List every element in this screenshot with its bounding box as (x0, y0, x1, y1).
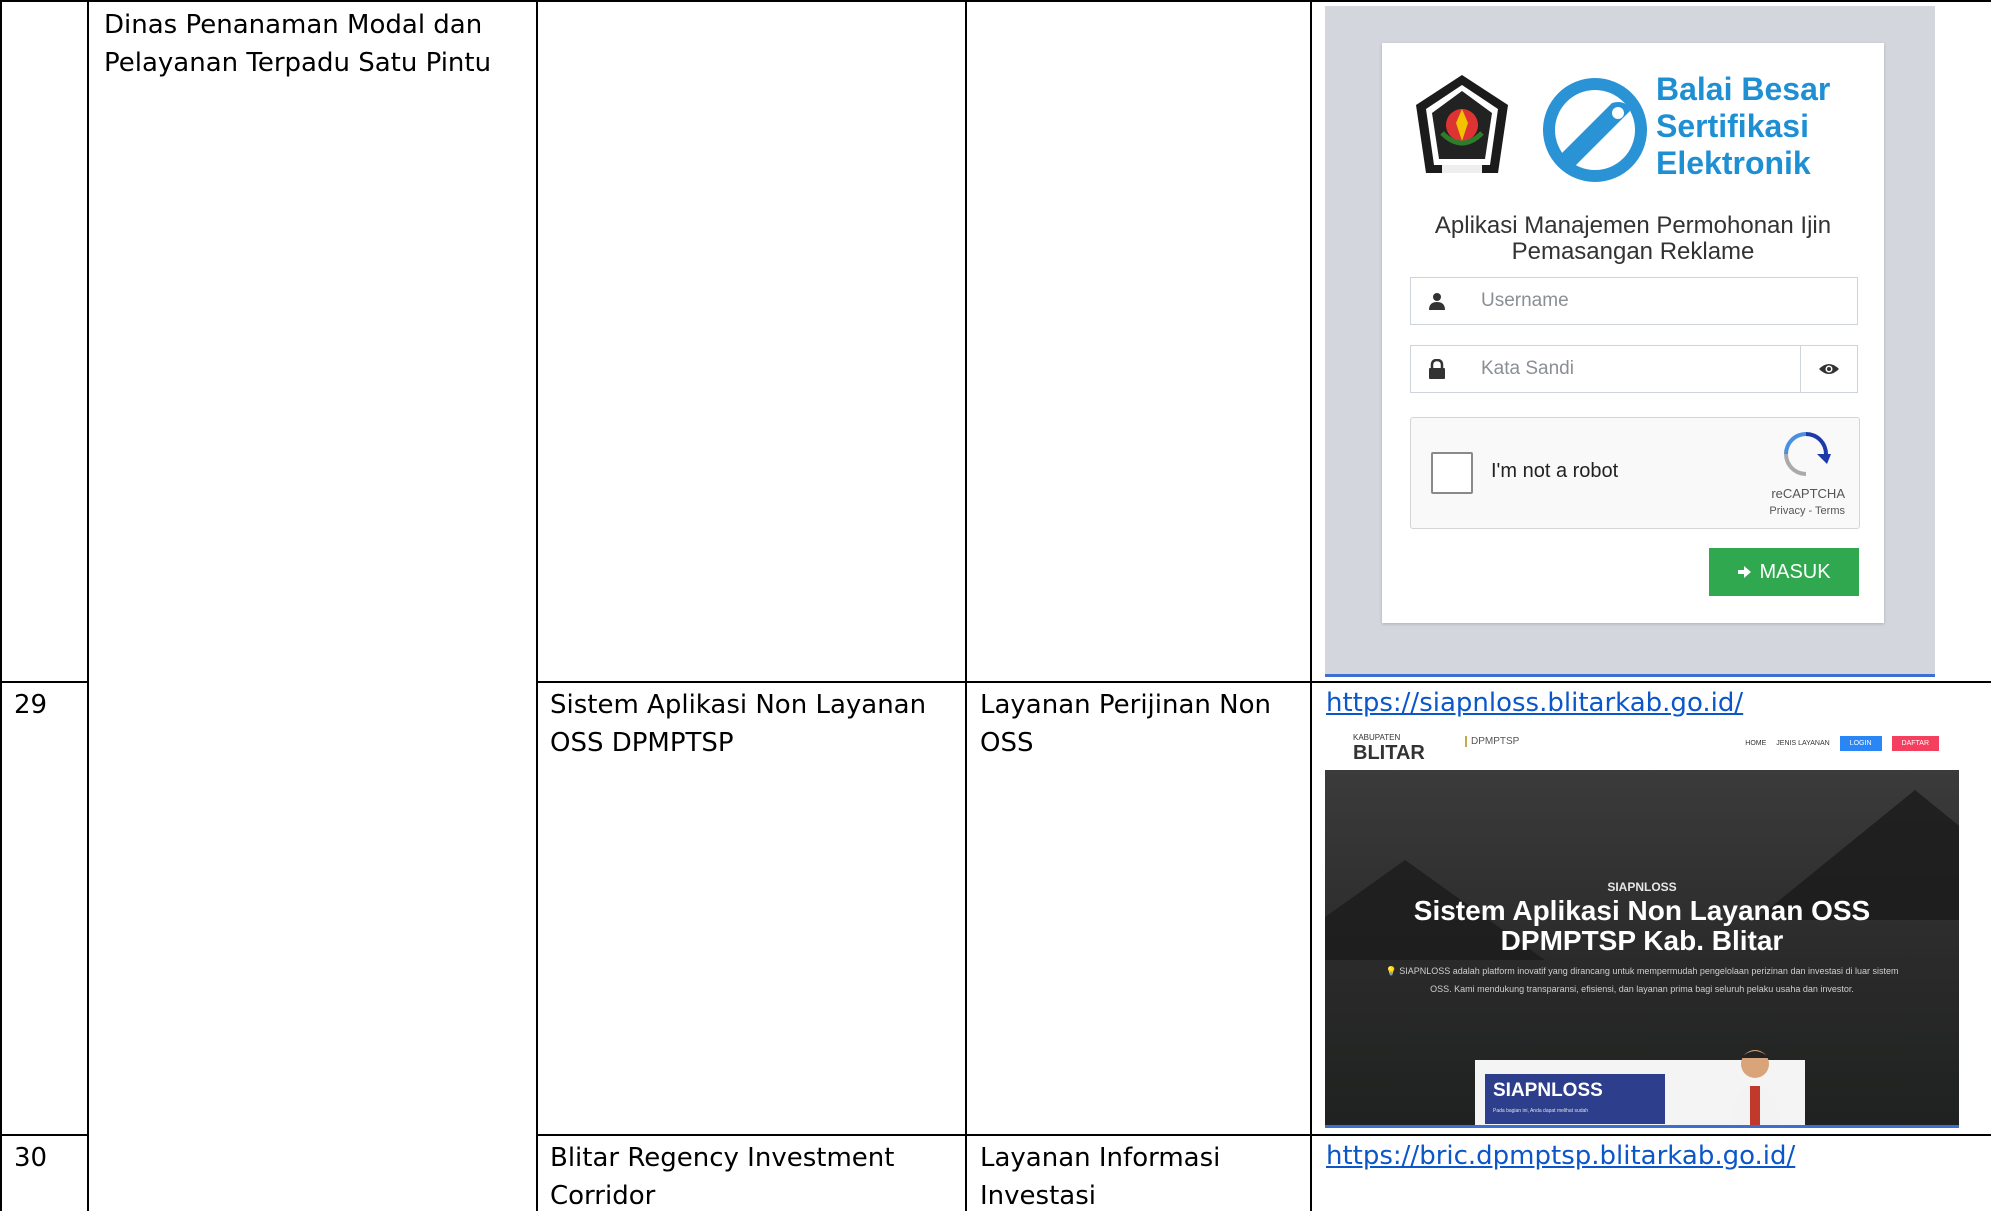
lock-icon (1411, 346, 1463, 392)
recaptcha-label: I'm not a robot (1491, 460, 1619, 482)
recaptcha-checkbox[interactable] (1431, 452, 1473, 494)
app-title: Aplikasi Manajemen Permohonan Ijin Pemas… (1434, 212, 1832, 265)
brand-small: KABUPATEN (1353, 733, 1401, 742)
app-name-cell: Sistem Aplikasi Non Layanan OSS DPMPTSP (550, 690, 927, 758)
login-page-screenshot: Balai Besar Sertifikasi Elektronik Aplik… (1325, 6, 1935, 677)
username-placeholder: Username (1481, 290, 1569, 311)
department-cell: Dinas Penanaman Modal dan Pelayanan Terp… (104, 10, 492, 78)
url-link[interactable]: https://siapnloss.blitarkab.go.id/ (1326, 688, 1743, 718)
recaptcha-brand: reCAPTCHA (1771, 486, 1845, 501)
nav-home[interactable]: HOME (1745, 740, 1766, 747)
hero-heading: Sistem Aplikasi Non Layanan OSS DPMPTSP … (1413, 895, 1871, 956)
brand-name: BLITAR (1353, 742, 1425, 764)
bbse-logo-icon (1543, 78, 1647, 182)
row-number: 30 (14, 1143, 48, 1173)
row-divider-28-29 (0, 681, 87, 683)
url-link[interactable]: https://bric.dpmptsp.blitarkab.go.id/ (1326, 1141, 1795, 1171)
eye-icon[interactable] (1800, 346, 1857, 392)
column-divider-3 (965, 0, 967, 1211)
table-border-left (0, 0, 2, 1211)
recaptcha-terms[interactable]: Privacy - Terms (1769, 505, 1845, 517)
info-card-title: SIAPNLOSS (1493, 1080, 1603, 1101)
hero-banner: SIAPNLOSS Sistem Aplikasi Non Layanan OS… (1325, 770, 1959, 1125)
nav-login-button[interactable]: LOGIN (1839, 736, 1882, 751)
regency-brand: KABUPATEN BLITAR (1353, 734, 1425, 765)
login-button-label: MASUK (1759, 560, 1831, 583)
password-placeholder: Kata Sandi (1481, 358, 1574, 379)
dpmptsp-logo: DPMPTSP (1465, 736, 1519, 747)
column-divider-1 (87, 0, 89, 1211)
app-name-cell: Blitar Regency Investment Corridor (550, 1143, 895, 1211)
column-divider-4 (1310, 0, 1312, 1211)
siapnloss-screenshot: KABUPATEN BLITAR DPMPTSP HOME JENIS LAYA… (1325, 722, 1959, 1128)
row-divider-29-30 (536, 1134, 1991, 1136)
service-cell: Layanan Informasi Investasi (980, 1143, 1221, 1211)
regency-emblem-icon (1416, 75, 1508, 173)
recaptcha-icon (1784, 432, 1831, 476)
table-row-top-border (0, 0, 1991, 2)
password-field[interactable]: Kata Sandi (1410, 345, 1858, 393)
nav-menu: HOME JENIS LAYANAN LOGIN DAFTAR (1745, 736, 1939, 751)
username-field[interactable]: Username (1410, 277, 1858, 325)
hero-kicker: SIAPNLOSS (1607, 880, 1677, 894)
row-divider-29-30 (0, 1134, 87, 1136)
column-divider-2 (536, 0, 538, 1211)
hero-description: 💡 SIAPNLOSS adalah platform inovatif yan… (1385, 966, 1899, 994)
sign-in-icon (1738, 566, 1752, 578)
service-cell: Layanan Perijinan Non OSS (980, 690, 1271, 758)
site-navbar: KABUPATEN BLITAR DPMPTSP HOME JENIS LAYA… (1325, 722, 1959, 770)
row-divider-28-29 (536, 681, 1991, 683)
row-number: 29 (14, 690, 48, 720)
bbse-logo-text: Balai Besar Sertifikasi Elektronik (1656, 71, 1831, 181)
mascot-avatar-icon (1730, 1050, 1780, 1125)
nav-daftar-button[interactable]: DAFTAR (1891, 736, 1939, 751)
nav-jenis-layanan[interactable]: JENIS LAYANAN (1776, 740, 1829, 747)
info-card-panel: SIAPNLOSS Pada bagian ini, Anda dapat me… (1485, 1074, 1665, 1124)
info-card-subtitle: Pada bagian ini, Anda dapat melihat suda… (1493, 1108, 1589, 1114)
login-card: Balai Besar Sertifikasi Elektronik Aplik… (1382, 43, 1884, 623)
user-icon (1411, 278, 1463, 324)
login-button[interactable]: MASUK (1709, 548, 1859, 596)
recaptcha-widget: I'm not a robot reCAPTCHA Privacy - Term… (1410, 417, 1860, 529)
